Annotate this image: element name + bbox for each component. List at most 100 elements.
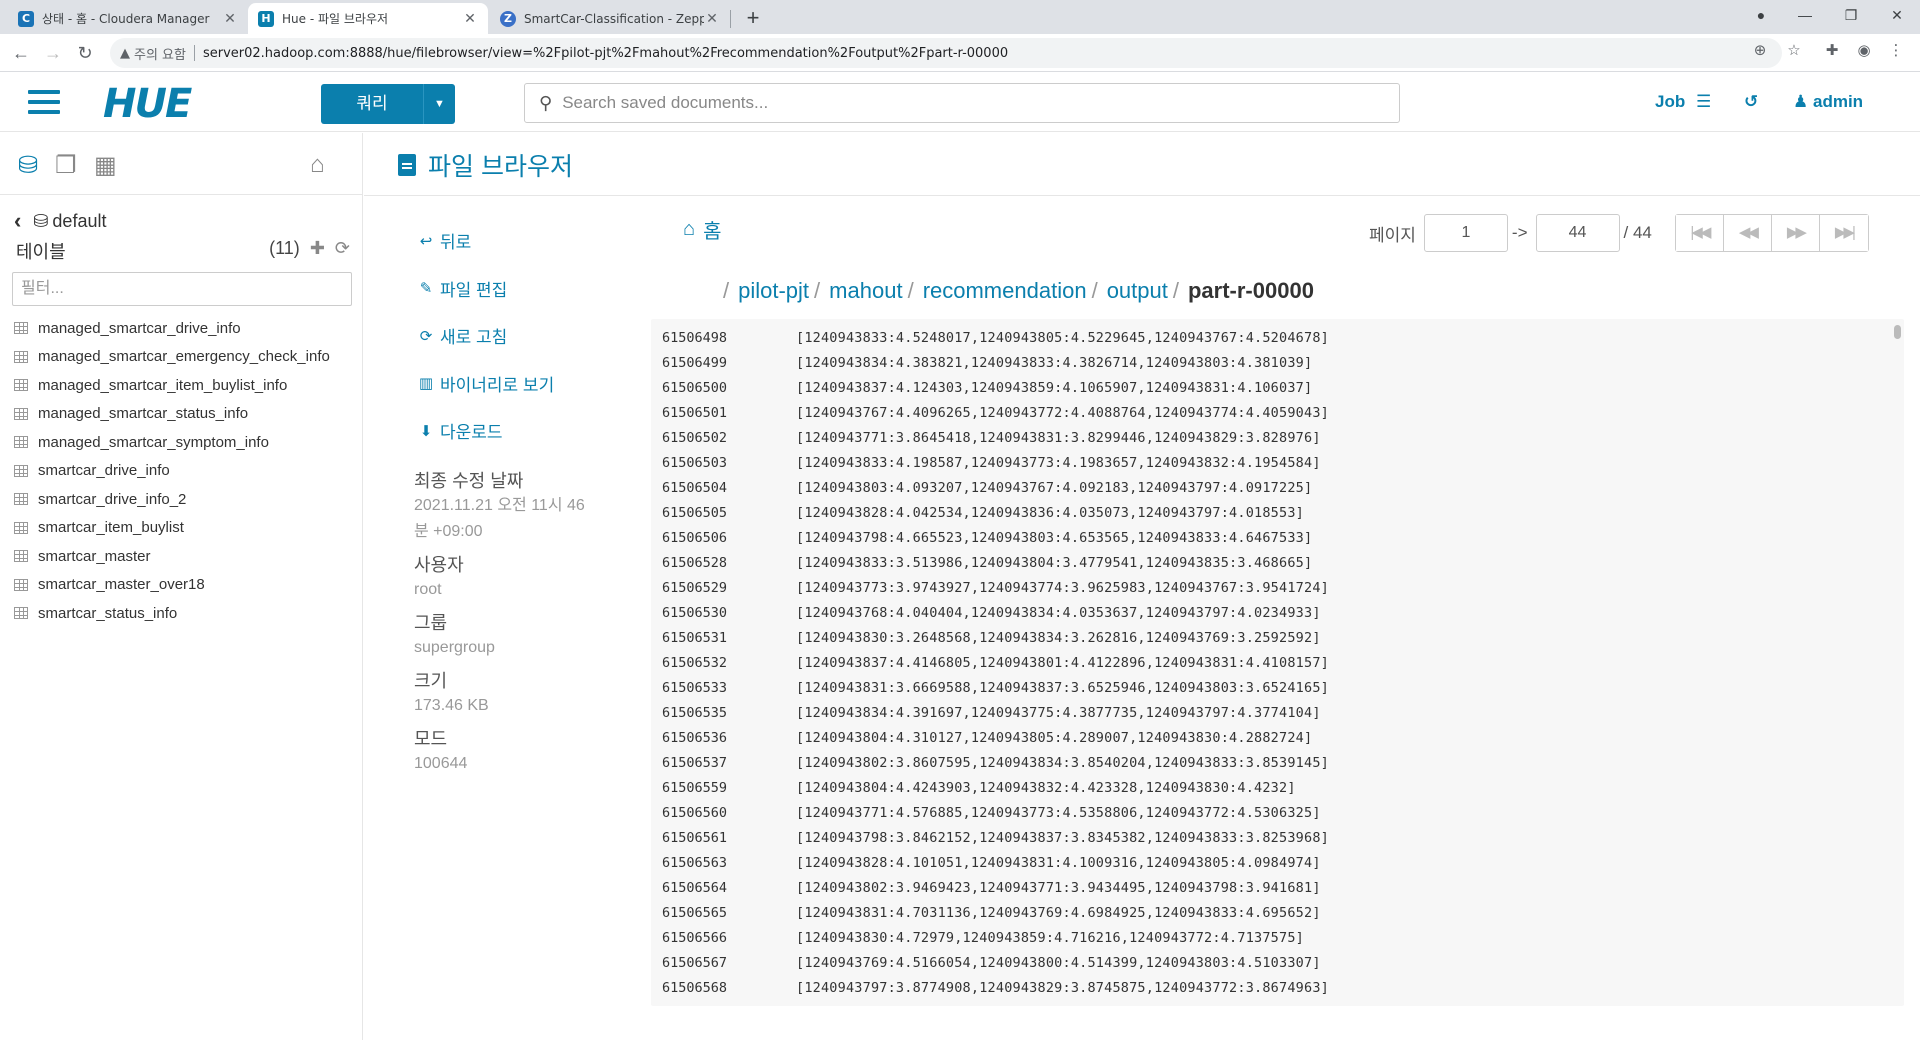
row-key: 61506499 [662,354,728,371]
page-to-input[interactable]: 44 [1535,214,1620,252]
file-content-row: 61506506 [1240943798:4.665523,1240943803:… [651,525,1312,550]
row-key: 61506533 [662,679,728,696]
table-item[interactable]: smartcar_item_buylist [14,514,359,543]
close-window-icon[interactable]: ✕ [1874,0,1920,34]
refresh-icon[interactable]: ⟳ [335,238,350,264]
table-icon [14,350,28,363]
row-key: 61506537 [662,754,728,771]
refresh-action[interactable]: ⟳ 새로 고침 [416,312,554,360]
edit-file-action[interactable]: ✎ 파일 편집 [416,265,554,313]
query-button-label[interactable]: 쿼리 [321,84,423,124]
chevron-left-icon[interactable]: ‹ [14,208,21,234]
caret-down-icon[interactable]: ▼ [423,84,455,124]
file-content-row: 61506563 [1240943828:4.101051,1240943831:… [651,850,1321,875]
user-menu[interactable]: ♟ admin [1793,92,1863,112]
table-name: smartcar_master [38,547,151,565]
zoom-icon[interactable]: ⊕ [1748,39,1772,63]
table-icon [14,607,28,620]
history-icon[interactable]: ↺ [1744,92,1758,112]
breadcrumb-item[interactable]: pilot-pjt [738,278,809,304]
documents-icon[interactable]: ❐ [55,151,77,180]
table-item[interactable]: managed_smartcar_status_info [14,400,359,429]
page-range-arrow: -> [1511,223,1528,242]
browser-tab-cloudera[interactable]: C 상태 - 홈 - Cloudera Manager ✕ [8,3,248,34]
row-value: [1240943833:4.5248017,1240943805:4.52296… [796,329,1329,346]
grid-icon[interactable]: ▦ [94,151,117,180]
row-key: 61506561 [662,829,728,846]
close-tab-icon[interactable]: ✕ [222,11,238,27]
reload-icon[interactable]: ↻ [72,40,98,66]
address-divider [193,45,195,61]
refresh-label: 새로 고침 [440,328,508,348]
table-item[interactable]: managed_smartcar_emergency_check_info [14,343,359,372]
table-item[interactable]: managed_smartcar_drive_info [14,314,359,343]
search-icon: ⚲ [539,92,553,113]
row-value: [1240943773:3.9743927,1240943774:3.96259… [796,579,1329,596]
file-content-viewer[interactable]: 61506498 [1240943833:4.5248017,1240943805… [651,319,1904,1006]
table-item[interactable]: managed_smartcar_item_buylist_info [14,371,359,400]
download-action[interactable]: ⬇ 다운로드 [416,407,554,455]
breadcrumb-separator: / [814,278,821,303]
minimize-icon[interactable]: — [1782,0,1828,34]
search-input[interactable]: ⚲ Search saved documents... [524,83,1400,123]
breadcrumb-item[interactable]: recommendation [923,278,1087,304]
table-name: managed_smartcar_symptom_info [38,433,269,451]
row-key: 61506565 [662,904,728,921]
view-binary-action[interactable]: ▥ 바이너리로 보기 [416,360,554,408]
prev-page-icon[interactable]: ◀◀ [1723,215,1772,251]
browser-tab-hue[interactable]: H Hue - 파일 브라우저 ✕ [248,3,488,34]
user-label: 사용자 [414,555,464,575]
job-browser-button[interactable]: Job ☰ [1655,92,1711,112]
table-filter-input[interactable]: 필터... [12,272,352,306]
bookmark-star-icon[interactable]: ☆ [1782,39,1806,63]
back-arrow-icon[interactable]: ← [8,40,34,66]
database-selector[interactable]: ‹ ⛁ default [14,208,106,234]
extensions-icon[interactable]: ✚ [1820,39,1844,63]
hamburger-menu-icon[interactable] [28,90,60,114]
table-item[interactable]: smartcar_drive_info_2 [14,485,359,514]
browser-menu-icon[interactable]: ⋮ [1884,39,1908,63]
table-item[interactable]: smartcar_drive_info [14,457,359,486]
breadcrumb-separator: / [1172,278,1179,303]
table-item[interactable]: managed_smartcar_symptom_info [14,428,359,457]
row-value: [1240943831:3.6669588,1240943837:3.65259… [796,679,1329,696]
breadcrumb-item[interactable]: mahout [829,278,902,304]
address-bar[interactable]: ▲ 주의 요함 server02.hadoop.com:8888/hue/fil… [110,38,1782,68]
table-icon [14,379,28,392]
table-item[interactable]: smartcar_master [14,542,359,571]
last-page-icon[interactable]: ▶▶| [1819,215,1868,251]
file-content-row: 61506498 [1240943833:4.5248017,1240943805… [651,325,1329,350]
table-icon [14,464,28,477]
browser-tab-zeppelin[interactable]: Z SmartCar-Classification - Zeppe ✕ [490,3,730,34]
folder-open-icon[interactable]: ⌂ [310,151,325,179]
scrollbar-thumb[interactable] [1894,325,1901,339]
restore-icon[interactable]: ❐ [1828,0,1874,34]
home-link[interactable]: ⌂ 홈 [683,215,722,244]
add-table-icon[interactable]: ✚ [310,238,325,264]
table-name: managed_smartcar_drive_info [38,319,241,337]
close-tab-icon[interactable]: ✕ [462,11,478,27]
database-icon[interactable]: ⛁ [18,151,38,180]
table-item[interactable]: smartcar_master_over18 [14,571,359,600]
row-value: [1240943833:3.513986,1240943804:3.477954… [796,554,1313,571]
file-content-row: 61506536 [1240943804:4.310127,1240943805:… [651,725,1312,750]
query-button[interactable]: 쿼리 ▼ [321,84,455,124]
table-icon [14,436,28,449]
table-name: smartcar_item_buylist [38,519,184,537]
next-page-icon[interactable]: ▶▶ [1771,215,1820,251]
row-value: [1240943833:4.198587,1240943773:4.198365… [796,454,1321,471]
first-page-icon[interactable]: |◀◀ [1675,215,1724,251]
close-tab-icon[interactable]: ✕ [704,11,720,27]
new-tab-icon[interactable]: + [739,5,767,33]
table-item[interactable]: smartcar_status_info [14,599,359,628]
breadcrumb-item[interactable]: output [1107,278,1168,304]
forward-arrow-icon[interactable]: → [40,40,66,66]
row-value: [1240943798:3.8462152,1240943837:3.83453… [796,829,1329,846]
hue-logo[interactable]: HUE [103,81,192,127]
page-from-input[interactable]: 1 [1423,214,1508,252]
home-label: 홈 [703,221,722,243]
account-icon[interactable]: ◉ [1852,39,1876,63]
back-action[interactable]: ↩ 뒤로 [416,217,554,265]
row-value: [1240943804:4.4243903,1240943832:4.42332… [796,779,1296,796]
profile-menu-icon[interactable]: ● [1738,0,1784,34]
